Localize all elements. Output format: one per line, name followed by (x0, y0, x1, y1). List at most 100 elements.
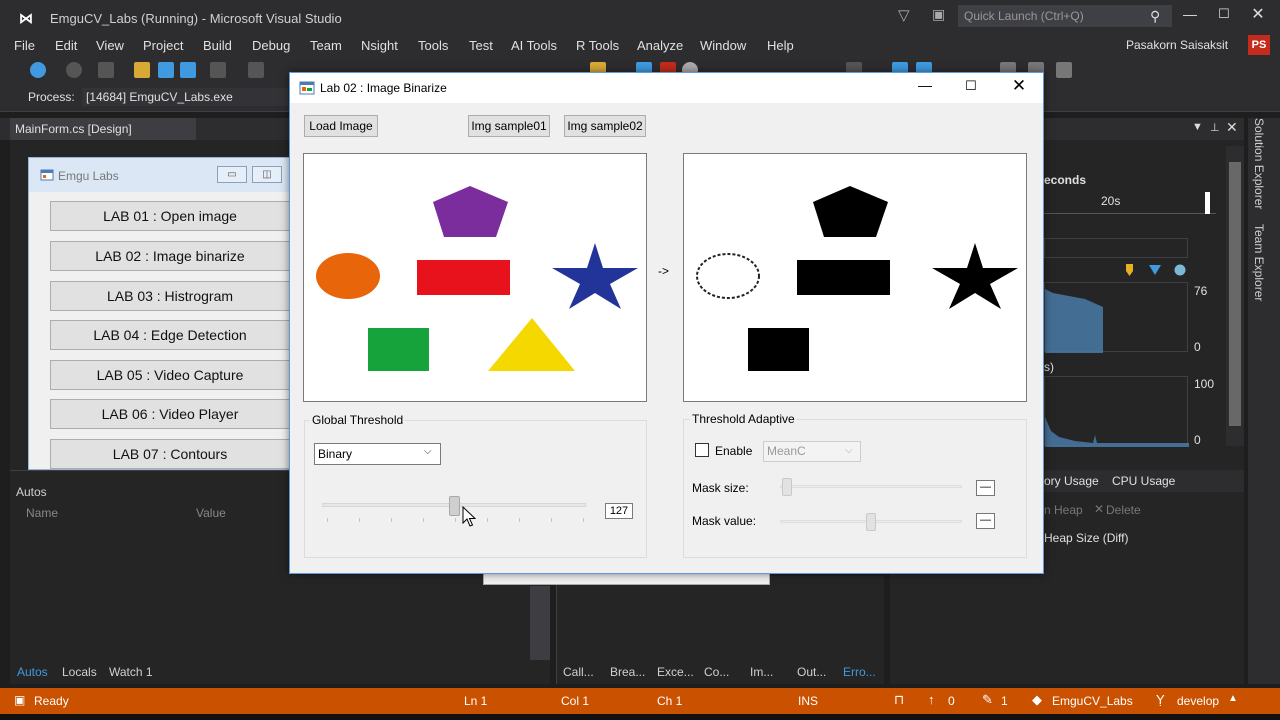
menu-nsight[interactable]: Nsight (361, 38, 398, 53)
live-share-icon[interactable]: ⊓ (894, 692, 904, 708)
lab-07-button[interactable]: LAB 07 : Contours (50, 439, 290, 469)
autos-column-name[interactable]: Name (26, 506, 58, 520)
bottom-edge (0, 714, 1280, 720)
tab-locals[interactable]: Locals (62, 665, 97, 679)
menu-view[interactable]: View (96, 38, 124, 53)
enable-label[interactable]: Enable (715, 444, 752, 458)
lab-04-button[interactable]: LAB 04 : Edge Detection (50, 320, 290, 350)
dialog-close-button[interactable]: ✕ (1008, 76, 1030, 98)
save-all-icon[interactable] (180, 62, 196, 78)
notification-filter-icon[interactable]: ▽ (898, 6, 918, 26)
menu-ai-tools[interactable]: AI Tools (511, 38, 557, 53)
threshold-type-select[interactable]: Binary (314, 443, 441, 465)
source-image-box[interactable] (303, 153, 647, 402)
menu-test[interactable]: Test (469, 38, 493, 53)
menu-debug[interactable]: Debug (252, 38, 290, 53)
autos-scrollbar[interactable] (530, 586, 550, 660)
img-sample02-button[interactable]: Img sample02 (564, 115, 646, 137)
tab-command[interactable]: Co... (704, 665, 729, 679)
user-avatar[interactable]: PS (1248, 35, 1270, 55)
pin-icon[interactable]: ⊥ (1210, 121, 1220, 134)
new-project-icon[interactable] (98, 62, 114, 78)
mask-value-slider-thumb[interactable] (866, 513, 876, 531)
tab-watch-1[interactable]: Watch 1 (109, 665, 153, 679)
close-button[interactable]: ✕ (1246, 4, 1270, 28)
menu-build[interactable]: Build (203, 38, 232, 53)
menu-help[interactable]: Help (767, 38, 794, 53)
uncomment-icon[interactable] (1056, 62, 1072, 78)
tab-memory-usage[interactable]: ory Usage (1044, 474, 1099, 488)
menu-tools[interactable]: Tools (418, 38, 448, 53)
status-changes-count[interactable]: 1 (1001, 694, 1008, 708)
heap-button[interactable]: n Heap (1044, 503, 1083, 517)
menu-r-tools[interactable]: R Tools (576, 38, 619, 53)
status-unpushed-count[interactable]: 0 (948, 694, 955, 708)
tab-mainform-design[interactable]: MainForm.cs [Design] (10, 118, 196, 140)
branch-icon[interactable]: Ỵ (1156, 692, 1165, 707)
delete-button[interactable]: Delete (1106, 503, 1141, 517)
open-folder-icon[interactable] (134, 62, 150, 78)
tab-exceptions[interactable]: Exce... (657, 665, 694, 679)
menu-window[interactable]: Window (700, 38, 746, 53)
menu-analyze[interactable]: Analyze (637, 38, 683, 53)
user-name[interactable]: Pasakorn Saisaksit (1126, 38, 1228, 52)
tab-cpu-usage[interactable]: CPU Usage (1112, 474, 1175, 488)
load-image-button[interactable]: Load Image (304, 115, 378, 137)
feedback-icon[interactable]: ▣ (932, 6, 952, 26)
autos-column-value[interactable]: Value (196, 506, 226, 520)
process-dropdown[interactable]: [14684] EmguCV_Labs.exe (82, 88, 288, 106)
tab-output[interactable]: Out... (797, 665, 826, 679)
forward-icon[interactable] (66, 62, 82, 78)
tab-error-list[interactable]: Erro... (843, 665, 876, 679)
quick-launch-input[interactable]: Quick Launch (Ctrl+Q) (958, 5, 1172, 27)
status-branch[interactable]: develop (1177, 694, 1219, 708)
pencil-icon[interactable]: ✎ (982, 692, 993, 708)
lab-01-button[interactable]: LAB 01 : Open image (50, 201, 290, 231)
dialog-minimize-button[interactable]: — (914, 77, 936, 97)
status-repository[interactable]: EmguCV_Labs (1052, 694, 1133, 708)
lab-05-button[interactable]: LAB 05 : Video Capture (50, 360, 290, 390)
result-image-box[interactable] (683, 153, 1027, 402)
tab-immediate[interactable]: Im... (750, 665, 773, 679)
undo-icon[interactable] (210, 62, 226, 78)
chevron-down-icon[interactable]: ⌵ (424, 446, 432, 457)
lab-03-button[interactable]: LAB 03 : Histrogram (50, 281, 290, 311)
redo-icon[interactable] (248, 62, 264, 78)
dialog-maximize-button[interactable]: ☐ (960, 78, 982, 98)
lab-02-button[interactable]: LAB 02 : Image binarize (50, 241, 290, 271)
maximize-button[interactable]: ☐ (1212, 6, 1236, 28)
push-arrow-icon[interactable]: ↑ (928, 692, 935, 707)
threshold-slider-thumb[interactable] (449, 496, 460, 516)
branch-menu-icon[interactable]: ▲ (1228, 693, 1238, 704)
repository-icon[interactable]: ◆ (1032, 692, 1042, 708)
img-sample01-button[interactable]: Img sample01 (468, 115, 550, 137)
diagnostic-scroll-thumb[interactable] (1229, 162, 1241, 426)
minimize-button[interactable]: — (1178, 6, 1202, 28)
save-icon[interactable] (158, 62, 174, 78)
mask-size-slider-thumb[interactable] (782, 478, 792, 496)
search-icon[interactable]: ⚲ (1150, 5, 1168, 27)
menu-team[interactable]: Team (310, 38, 342, 53)
tab-breakpoints[interactable]: Brea... (610, 665, 645, 679)
heap-size-diff-column[interactable]: Heap Size (Diff) (1044, 531, 1128, 545)
back-icon[interactable] (30, 62, 46, 78)
panel-close-icon[interactable]: ✕ (1226, 119, 1238, 136)
source-star (552, 243, 638, 309)
timeline-ruler[interactable] (1044, 190, 1216, 214)
chevron-down-icon[interactable]: ⌵ (845, 445, 853, 456)
result-rectangle (797, 260, 890, 295)
lab-06-button[interactable]: LAB 06 : Video Player (50, 399, 290, 429)
tab-call-stack[interactable]: Call... (563, 665, 594, 679)
menu-project[interactable]: Project (143, 38, 183, 53)
mask-value-stepper[interactable]: — (976, 513, 995, 529)
menu-edit[interactable]: Edit (55, 38, 77, 53)
menu-file[interactable]: File (14, 38, 35, 53)
tab-autos[interactable]: Autos (17, 665, 48, 679)
tab-solution-explorer[interactable]: Solution Explorer (1252, 118, 1266, 209)
tab-team-explorer[interactable]: Team Explorer (1252, 224, 1266, 301)
timeline-cursor[interactable] (1205, 192, 1210, 214)
mask-size-stepper[interactable]: — (976, 480, 995, 496)
mask-size-slider-track[interactable] (780, 485, 962, 488)
enable-checkbox[interactable] (695, 443, 709, 457)
dropdown-icon[interactable]: ▼ (1192, 121, 1203, 133)
